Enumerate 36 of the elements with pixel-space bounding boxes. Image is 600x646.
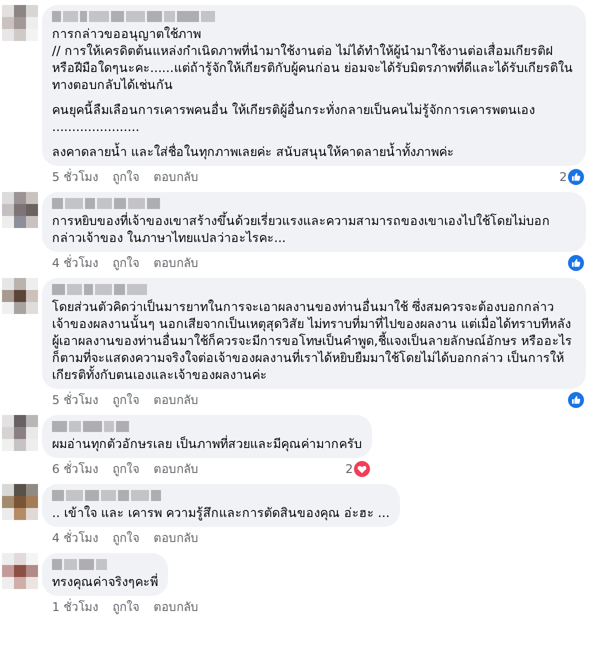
comment-text: .. เข้าใจ และ เคารพ ความรู้สึกและการตัดสินของคุณ อ่ะฮะ ... bbox=[52, 504, 390, 521]
blurred-avatar bbox=[2, 278, 38, 314]
reply-link[interactable]: ตอบกลับ bbox=[153, 254, 198, 272]
blurred-avatar bbox=[2, 484, 38, 520]
comment-time[interactable]: 6 ชั่วโมง bbox=[52, 460, 98, 478]
comment-time[interactable]: 4 ชั่วโมง bbox=[52, 254, 98, 272]
like-link[interactable]: ถูกใจ bbox=[112, 529, 140, 547]
like-link[interactable]: ถูกใจ bbox=[112, 254, 140, 272]
like-link[interactable]: ถูกใจ bbox=[112, 168, 140, 186]
thumbs-up-icon bbox=[568, 169, 584, 185]
comment-text: ผมอ่านทุกตัวอักษรเลย เป็นภาพที่สวยและมีคุณค่ามากครับ bbox=[52, 435, 362, 452]
reply-link[interactable]: ตอบกลับ bbox=[153, 529, 198, 547]
comment-text: โดยส่วนตัวคิดว่าเป็นมารยาทในการจะเอาผลงานของท่านอื่นมาใช้ ซึ่งสมควรจะต้องบอกกล่าวเจ้าของผลงานนั้นๆ นอกเสียจากเป็นเหตุสุดวิสัย ไม่ทราบที่มาที่ไปของผลงาน แต่เมื่อได้ทราบทีหลัง ผู้เอาผลงานของท่านอื่นมาใช้ก็ควรจะมีการขอโทษเป็นคำพูด,ชี้แจงเป็นลายลักษณ์อักษร หรืออะไรก็ตามที่จะแสดงความจริงใจต่อเจ้าของผลงานที่เราได้หยิบยืมมาใช้โดยไม่ได้บอกกล่าว เป็นการให้เกียรติทั้งกับตนเองและเจ้าของผลงานค่ะ bbox=[52, 298, 573, 383]
comment-text: คนยุคนี้ลืมเลือนการเคารพคนอื่น ให้เกียรติผู้อื่นกระทั่งกลายเป็นคนไม่รู้จักการเคารพตนเอง ...................... bbox=[52, 101, 536, 135]
comment-time[interactable]: 1 ชั่วโมง bbox=[52, 598, 98, 616]
thumbs-up-icon bbox=[568, 392, 584, 408]
reaction-count: 2 bbox=[559, 169, 567, 186]
blurred-avatar bbox=[2, 415, 38, 451]
thumbs-up-icon bbox=[568, 255, 584, 271]
comment-text: ทรงคุณค่าจริงๆคะพี่ bbox=[52, 573, 158, 590]
reaction-count: 2 bbox=[345, 461, 353, 478]
blurred-name bbox=[52, 559, 107, 570]
comment-time[interactable]: 4 ชั่วโมง bbox=[52, 529, 98, 547]
comment-time[interactable]: 5 ชั่วโมง bbox=[52, 391, 98, 409]
reply-link[interactable]: ตอบกลับ bbox=[153, 460, 198, 478]
blurred-avatar bbox=[2, 192, 38, 228]
comment-text: ลงคาดลายน้ำ และใส่ชื่อในทุกภาพเลยค่ะ สนับสนุนให้คาดลายน้ำทั้งภาพค่ะ bbox=[52, 143, 455, 160]
like-link[interactable]: ถูกใจ bbox=[112, 598, 140, 616]
reply-link[interactable]: ตอบกลับ bbox=[153, 391, 198, 409]
comment-time[interactable]: 5 ชั่วโมง bbox=[52, 168, 98, 186]
like-link[interactable]: ถูกใจ bbox=[112, 460, 140, 478]
comment-text: การหยิบของที่เจ้าของเขาสร้างขึ้นด้วยเรี่ยวแรงและความสามารถของเขาเองไปใช้โดยไม่บอกกล่าวเจ้าของ ในภาษาไทยแปลว่าอะไรคะ... bbox=[52, 212, 551, 246]
reply-link[interactable]: ตอบกลับ bbox=[153, 598, 198, 616]
like-link[interactable]: ถูกใจ bbox=[112, 391, 140, 409]
reply-link[interactable]: ตอบกลับ bbox=[153, 168, 198, 186]
comment-text: การกล่าวขออนุญาตใช้ภาพ // การให้เครดิตต้นแหล่งกำเนิดภาพที่นำมาใช้งานต่อ ไม่ได้ทำให้ผู้นำมาใช้งานต่อเสื่อมเกียรติฝ หรือฝีมือใดๆนะคะ......แต่ถ้ารู้จักให้เกียรติกับผู้คนก่อน ย่อมจะได้รับมิตรภาพที่ดีและได้รับเกียรติในทางตอบกลับได้เช่นกัน bbox=[52, 25, 574, 93]
